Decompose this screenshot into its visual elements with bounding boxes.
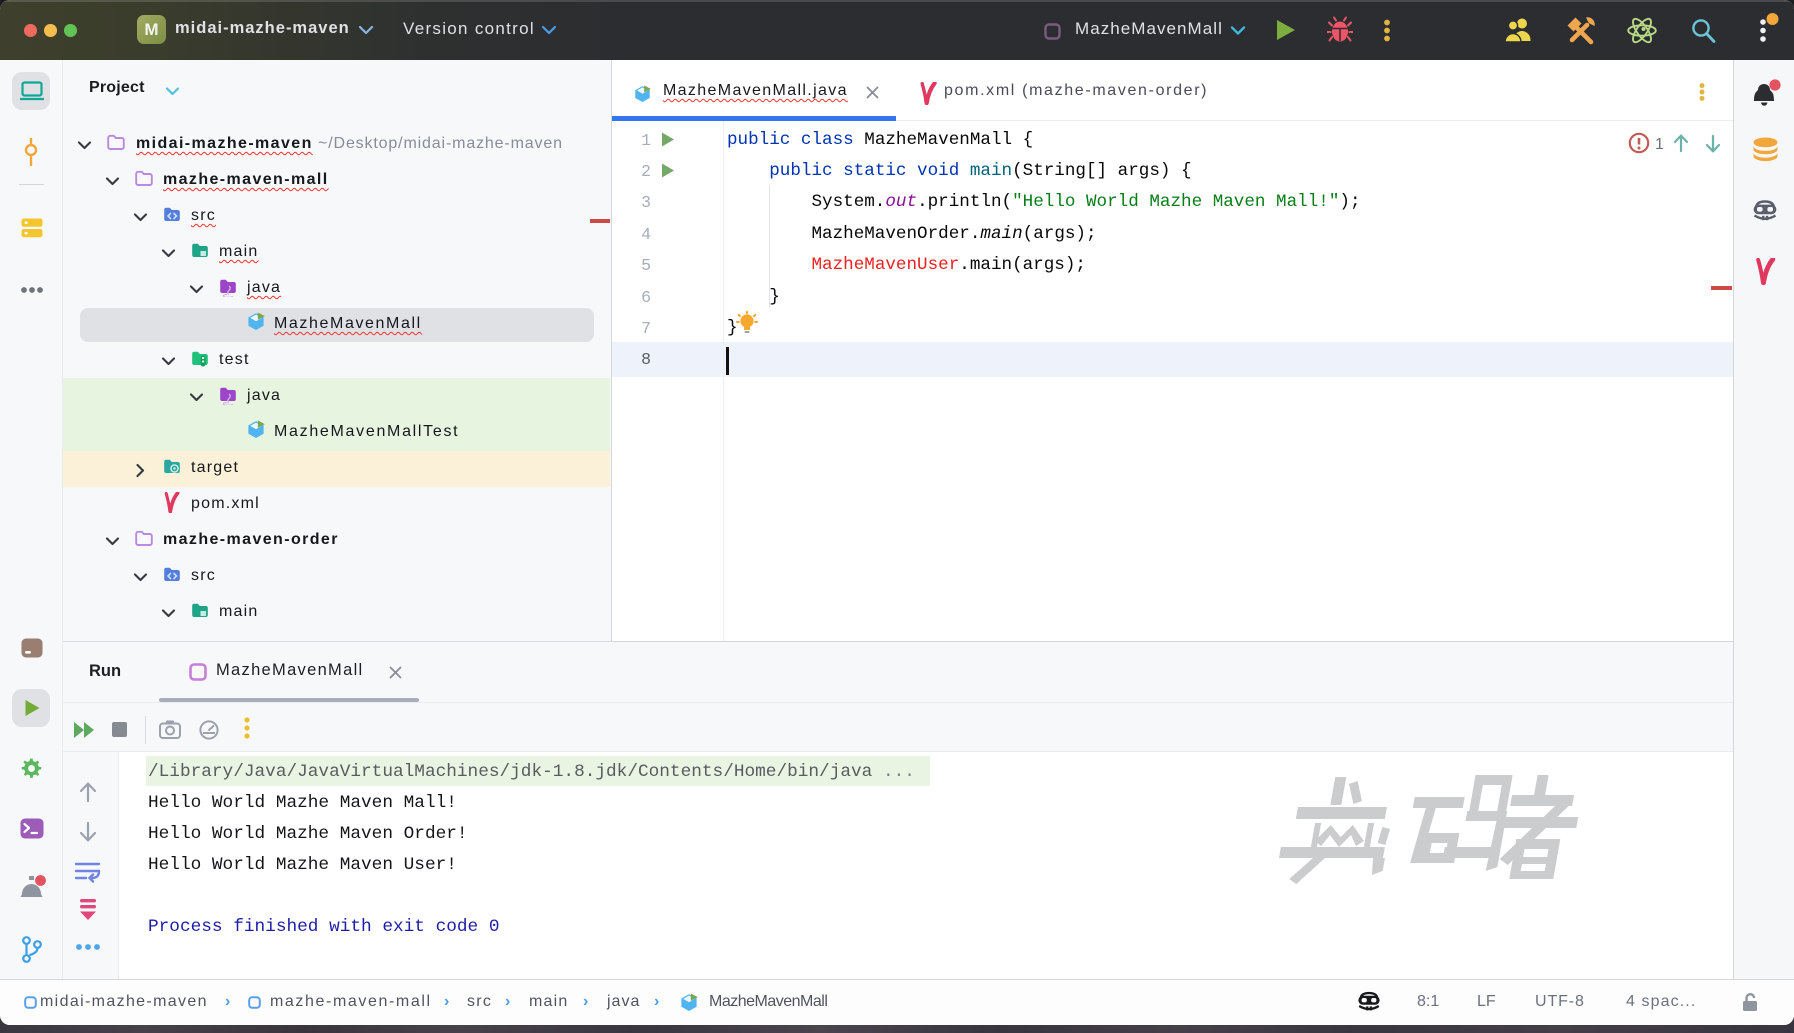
svg-text:1: 1 bbox=[1655, 136, 1664, 153]
